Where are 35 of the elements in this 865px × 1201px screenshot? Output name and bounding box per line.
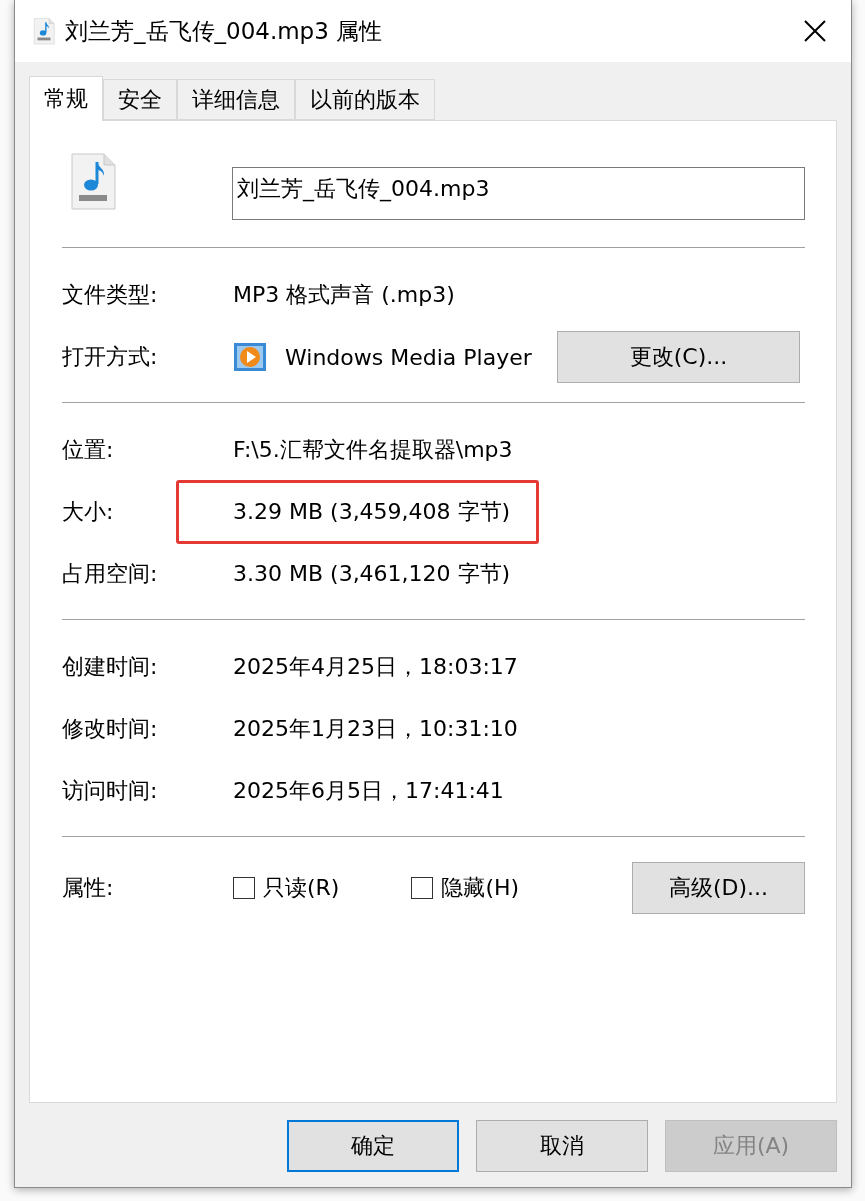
field-label: 修改时间:	[62, 715, 159, 743]
file-name-field[interactable]: 刘兰芳_岳飞传_004.mp3	[232, 167, 805, 220]
field-value: MP3 格式声音 (.mp3)	[232, 281, 456, 309]
change-button[interactable]: 更改(C)...	[557, 331, 800, 383]
media-player-icon	[233, 341, 267, 373]
field-value: F:\5.汇帮文件名提取器\mp3	[232, 436, 514, 464]
advanced-button[interactable]: 高级(D)...	[632, 862, 805, 914]
field-value: 2025年6月5日，17:41:41	[232, 777, 505, 805]
field-label: 位置:	[62, 436, 115, 464]
field-label: 访问时间:	[62, 777, 159, 805]
audio-file-icon	[70, 153, 116, 211]
checkbox[interactable]	[411, 877, 434, 899]
field-value: 3.29 MB (3,459,408 字节)	[176, 480, 540, 544]
checkbox-label[interactable]: 隐藏(H)	[441, 873, 520, 903]
close-icon	[804, 20, 826, 42]
tab[interactable]: 详细信息	[177, 79, 295, 120]
field-value: 2025年1月23日，10:31:10	[232, 715, 519, 743]
tab[interactable]: 常规	[29, 76, 103, 121]
field-label: 打开方式:	[62, 343, 159, 371]
field-label: 创建时间:	[62, 653, 159, 681]
field-label: 占用空间:	[62, 560, 159, 588]
field-label: 文件类型:	[62, 281, 159, 309]
field-label: 大小:	[62, 498, 115, 526]
dialog-button[interactable]: 取消	[476, 1120, 648, 1172]
field-value: Windows Media Player	[285, 344, 533, 370]
tab[interactable]: 以前的版本	[295, 79, 435, 120]
window-title: 刘兰芳_岳飞传_004.mp3 属性	[65, 16, 384, 46]
field-value: 3.30 MB (3,461,120 字节)	[232, 560, 512, 588]
dialog-button[interactable]: 确定	[287, 1120, 459, 1172]
checkbox[interactable]	[233, 877, 255, 899]
tab[interactable]: 安全	[103, 79, 177, 120]
field-value: 2025年4月25日，18:03:17	[232, 653, 519, 681]
checkbox-label[interactable]: 只读(R)	[263, 873, 340, 903]
audio-file-icon	[33, 17, 55, 45]
field-label: 属性:	[62, 874, 115, 902]
